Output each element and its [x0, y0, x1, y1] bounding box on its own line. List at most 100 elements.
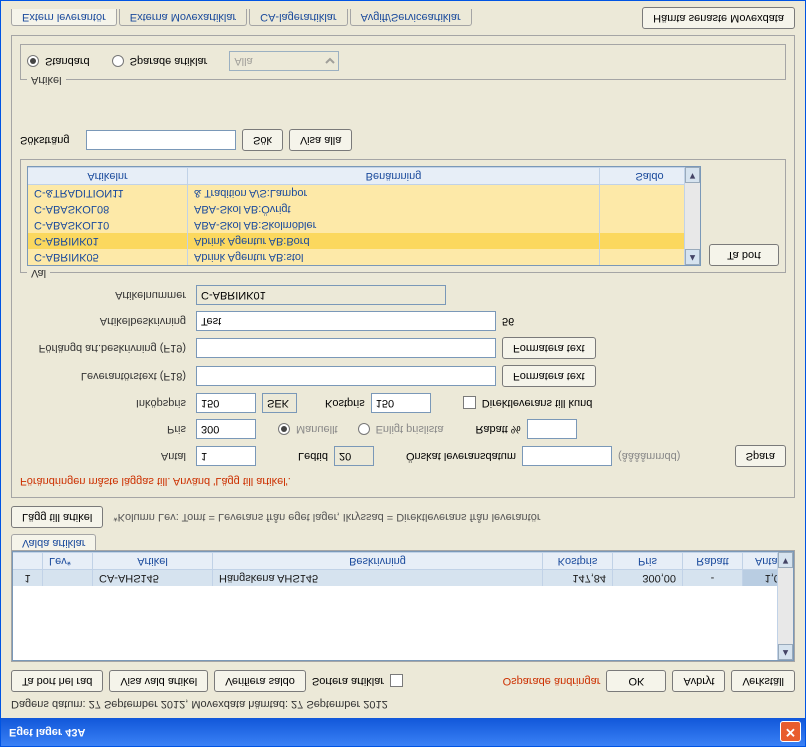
cell-benamning: & Tradition A/S:Lampor [188, 185, 600, 201]
standard-label: Standard [45, 55, 90, 67]
window-title: Eget lager 43A [9, 726, 85, 738]
list-item[interactable]: C-&TRADITION11& Tradition A/S:Lampor [28, 185, 700, 201]
th-artikel[interactable]: Artikel [93, 553, 213, 569]
apply-button[interactable]: Verkställ [731, 670, 795, 692]
app-window: Eget lager 43A ✕ Dagens datum: 27 Septem… [0, 0, 806, 747]
manuellt-radio[interactable] [278, 423, 290, 435]
standard-radio[interactable] [27, 55, 39, 67]
antal-input[interactable] [196, 446, 256, 466]
sort-articles-checkbox[interactable] [390, 675, 403, 688]
selected-articles-frame: 1 CA-AHS145 Hängskena AHS145 147,84 300,… [11, 550, 795, 662]
list-item[interactable]: C-ABRINK05Abrink Agentur AB:stol [28, 249, 700, 265]
artbesk-input[interactable] [196, 311, 496, 331]
cell-artikelnr: C-ABRINK01 [28, 233, 188, 249]
format-levtext-button[interactable]: Formatera text [502, 365, 596, 387]
tab-extern-leverantor[interactable]: Extern leverantör [11, 10, 117, 27]
onskat-hint: (ååååmmdd) [618, 450, 680, 462]
artbesk-label: Artikelbeskrivning [20, 315, 190, 327]
enligt-label: Enligt prislista [376, 423, 444, 435]
format-forlangd-button[interactable]: Formatera text [502, 337, 596, 359]
kostpris-input[interactable] [371, 393, 431, 413]
bottom-tabs: Extern leverantör Externa Movexartiklar … [11, 7, 795, 29]
row-desc: Hängskena AHS145 [213, 570, 543, 586]
visa-alla-button[interactable]: Visa alla [289, 129, 352, 151]
unsaved-warning: Osparade ändringar [503, 675, 601, 687]
close-icon[interactable]: ✕ [780, 722, 801, 743]
levtext-label: Leverantörstext (F18) [20, 370, 190, 382]
th-benamning[interactable]: Benämning [188, 168, 600, 184]
sparade-label: Sparade artiklar [130, 55, 208, 67]
tab-externa-movex[interactable]: Externa Movexartiklar [119, 10, 247, 27]
status-text: Dagens datum: 27 September 2012, Movexda… [11, 692, 795, 712]
row-lev [43, 570, 93, 586]
article-list-table: C-ABRINK05Abrink Agentur AB:stolC-ABRINK… [27, 166, 701, 266]
fetch-movex-button[interactable]: Hämta senaste Movexdata [642, 7, 795, 29]
delete-row-button[interactable]: Ta bort hel rad [11, 670, 103, 692]
artbesk-count: 56 [502, 315, 514, 327]
sokstrang-input[interactable] [86, 130, 236, 150]
list-item[interactable]: C-ABASKOL08ABA-Skol AB:Övrigt [28, 201, 700, 217]
list-item[interactable]: C-ABASKOL10ABA-Skol AB:Skolmöbler [28, 217, 700, 233]
lev-hint-text: *Kolumn Lev: Tomt = Leverans från eget l… [113, 511, 540, 523]
onskat-label: Önskat leveransdatum [406, 450, 516, 462]
scroll-up-icon[interactable]: ▴ [778, 644, 793, 660]
ok-button[interactable]: OK [606, 670, 666, 692]
tab-avgift-service[interactable]: Avgift/Serviceartiklar [350, 10, 472, 27]
levtext-input[interactable] [196, 366, 496, 386]
th-pris[interactable]: Pris [613, 553, 683, 569]
list-item[interactable]: C-ABRINK01Abrink Agentur AB:Bord [28, 233, 700, 249]
sort-articles-label: Sortera artiklar [312, 675, 384, 687]
forlangd-input[interactable] [196, 338, 496, 358]
content-area: Dagens datum: 27 September 2012, Movexda… [1, 1, 805, 718]
scroll-down-icon[interactable]: ▾ [685, 167, 700, 183]
sok-button[interactable]: Sök [242, 129, 283, 151]
cell-benamning: Abrink Agentur AB:stol [188, 249, 600, 265]
row-pris: 300,00 [613, 570, 683, 586]
table-row[interactable]: 1 CA-AHS145 Hängskena AHS145 147,84 300,… [13, 570, 793, 586]
titlebar: Eget lager 43A ✕ [1, 718, 805, 746]
tabort-button[interactable]: Ta bort [709, 244, 779, 266]
inkop-label: Inköpspris [20, 397, 190, 409]
show-selected-button[interactable]: Visa vald artikel [109, 670, 208, 692]
sokstrang-label: Söksträng [20, 134, 80, 146]
th-desc[interactable]: Beskrivning [213, 553, 543, 569]
cell-artikelnr: C-ABASKOL08 [28, 201, 188, 217]
sparade-radio[interactable] [112, 55, 124, 67]
scroll-down-icon[interactable]: ▾ [778, 552, 793, 568]
th-lev[interactable]: Lev* [43, 553, 93, 569]
tab-ca-lager[interactable]: CA-lagerartiklar [249, 10, 347, 27]
cancel-button[interactable]: Avbryt [672, 670, 725, 692]
alla-select[interactable]: Alla [229, 51, 339, 71]
th-kostpris[interactable]: Kostpris [543, 553, 613, 569]
cell-artikelnr: C-ABRINK05 [28, 249, 188, 265]
antal-label: Antal [20, 450, 190, 462]
table-header: Lev* Artikel Beskrivning Kostpris Pris R… [13, 552, 793, 570]
rabatt-input[interactable] [527, 419, 577, 439]
table-tabs: Valda artiklar [11, 534, 795, 551]
direkt-checkbox[interactable] [463, 397, 476, 410]
th-artikelnr[interactable]: Artikelnr [28, 168, 188, 184]
add-article-button[interactable]: Lägg till artikel [11, 506, 103, 528]
kostpris-label: Kostpris [325, 397, 365, 409]
list-scrollbar[interactable]: ▴ ▾ [684, 167, 700, 265]
tab-valda-artiklar[interactable]: Valda artiklar [11, 534, 96, 551]
scrollbar[interactable]: ▴ ▾ [777, 552, 793, 660]
inkop-input[interactable] [196, 393, 256, 413]
top-toolbar: Ta bort hel rad Visa vald artikel Verifi… [11, 670, 795, 692]
row-rabatt: - [683, 570, 743, 586]
onskat-input[interactable] [522, 446, 612, 466]
row-num: 1 [13, 570, 43, 586]
row-kostpris: 147,84 [543, 570, 613, 586]
th-rabatt[interactable]: Rabatt [683, 553, 743, 569]
pris-input[interactable] [196, 419, 256, 439]
list-header: Artikelnr Benämning Saldo [28, 167, 700, 185]
val-title: Val [27, 267, 50, 279]
form-warning: Förändringen måste läggas till. Använd '… [20, 475, 786, 487]
artikel-title: Artikel [27, 74, 66, 86]
save-button[interactable]: Spara [735, 445, 786, 467]
artikel-group: Artikel Standard Sparade artiklar Alla [20, 44, 786, 80]
cell-artikelnr: C-&TRADITION11 [28, 185, 188, 201]
verify-balance-button[interactable]: Verifiera saldo [214, 670, 306, 692]
enligt-radio[interactable] [358, 423, 370, 435]
scroll-up-icon[interactable]: ▴ [685, 249, 700, 265]
